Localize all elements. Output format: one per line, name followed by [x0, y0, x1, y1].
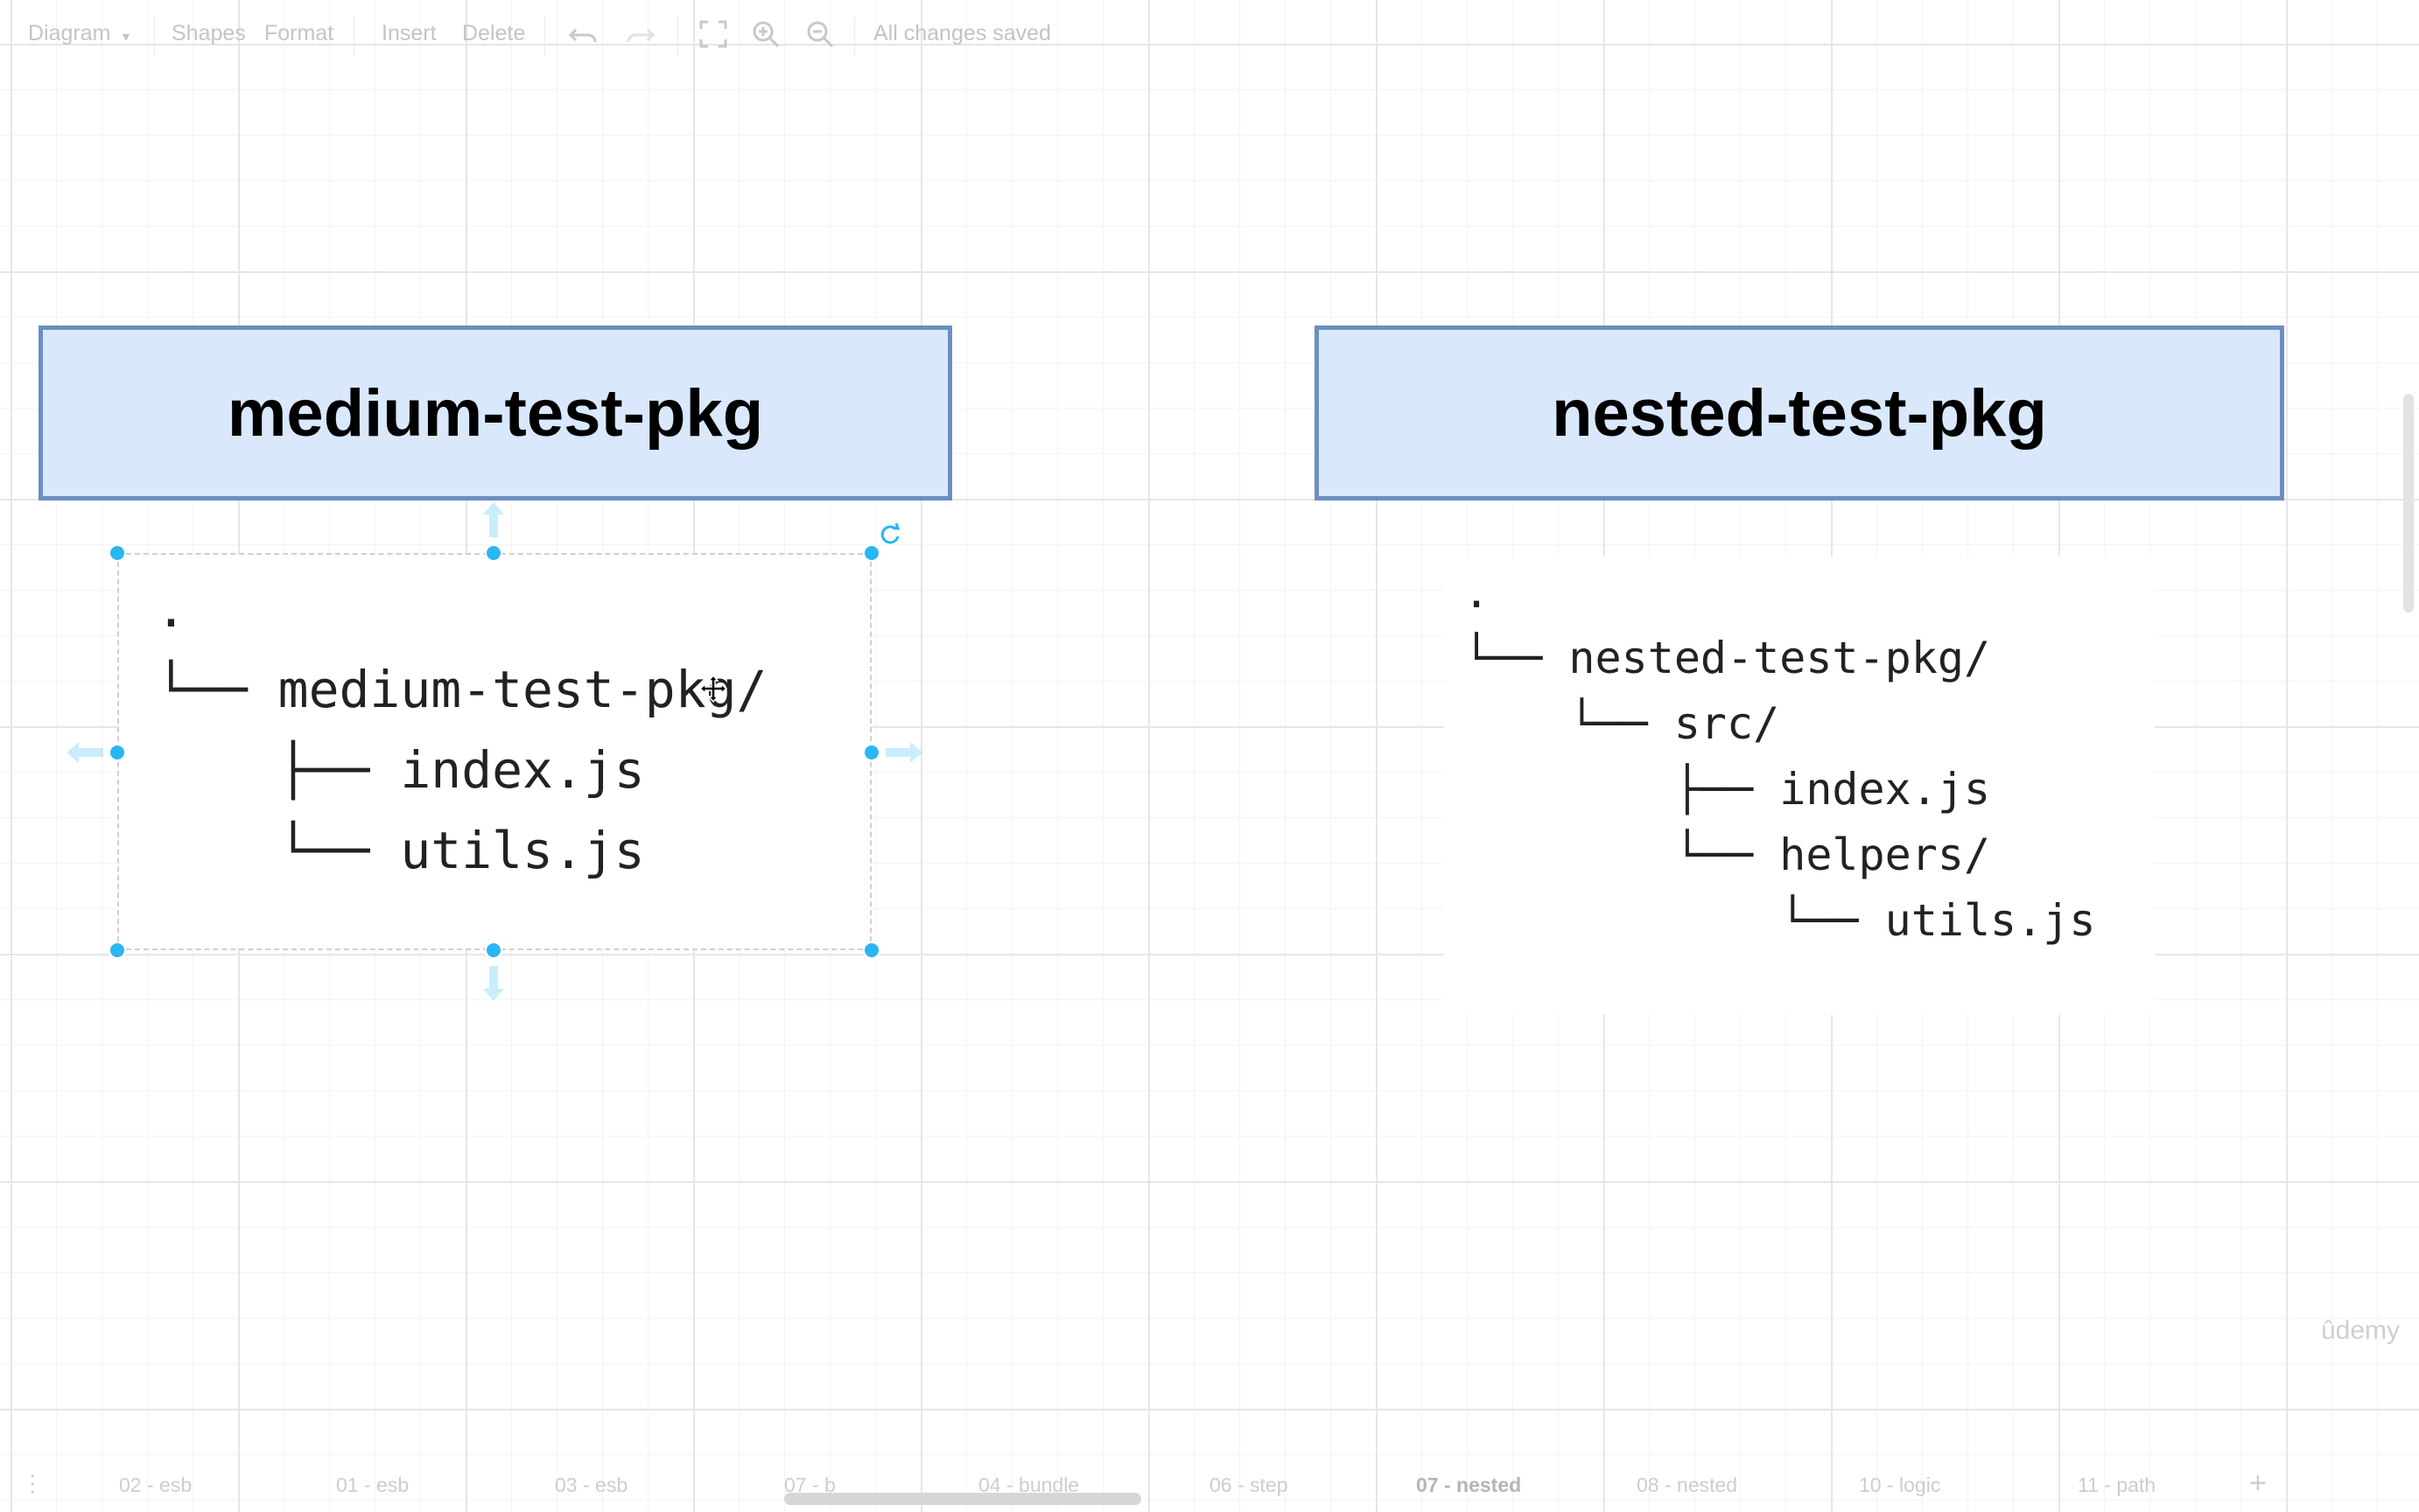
tree-line: └── src/	[1568, 698, 1780, 749]
udemy-watermark: ûdemy	[2321, 1316, 2401, 1345]
resize-handle-e[interactable]	[863, 744, 880, 761]
page-tab[interactable]: 03 - esb	[555, 1474, 628, 1497]
chevron-down-icon[interactable]: ▾	[123, 28, 130, 46]
resize-handle-s[interactable]	[485, 942, 502, 959]
page-tab[interactable]: 07 - b	[784, 1474, 836, 1497]
zoom-in-icon[interactable]	[749, 18, 782, 51]
resize-handle-nw[interactable]	[109, 544, 126, 562]
toolbar-divider	[154, 16, 155, 56]
resize-handle-se[interactable]	[863, 942, 880, 959]
medium-test-pkg-title: medium-test-pkg	[227, 375, 764, 451]
page-tab-active[interactable]: 07 - nested	[1416, 1474, 1521, 1497]
redo-icon[interactable]	[623, 18, 656, 51]
nested-test-pkg-file-tree[interactable]: . └── nested-test-pkg/ └── src/ ├── inde…	[1463, 560, 2095, 954]
shapes-button[interactable]: Shapes	[172, 21, 246, 46]
connect-arrow-down-icon[interactable]	[480, 964, 508, 1003]
toolbar: Diagram ▾ Shapes Format Insert Delete Al…	[0, 0, 2419, 72]
connect-arrow-up-icon[interactable]	[480, 500, 508, 539]
page-tab[interactable]: 04 - bundle	[978, 1474, 1079, 1497]
insert-button[interactable]: Insert	[382, 21, 437, 46]
toolbar-divider	[854, 16, 855, 56]
vertical-scrollbar[interactable]	[2403, 394, 2414, 612]
page-tab[interactable]: 10 - logic	[1859, 1474, 1940, 1497]
resize-handle-w[interactable]	[109, 744, 126, 761]
page-menu-icon[interactable]: ⋮	[21, 1470, 44, 1497]
resize-handle-n[interactable]	[485, 544, 502, 562]
tree-line: └── utils.js	[1463, 895, 2096, 946]
connect-arrow-left-icon[interactable]	[65, 738, 105, 766]
diagram-menu[interactable]: Diagram	[28, 21, 110, 46]
nested-test-pkg-title: nested-test-pkg	[1552, 375, 2047, 451]
tree-line: └── helpers/	[1673, 830, 1991, 880]
add-page-button[interactable]: +	[2249, 1466, 2267, 1501]
page-tab[interactable]: 06 - step	[1210, 1474, 1288, 1497]
undo-icon[interactable]	[567, 18, 600, 51]
page-tab[interactable]: 02 - esb	[119, 1474, 192, 1497]
delete-button[interactable]: Delete	[462, 21, 525, 46]
page-tab[interactable]: 11 - path	[2078, 1474, 2156, 1497]
connect-arrow-right-icon[interactable]	[884, 738, 924, 766]
fullscreen-icon[interactable]	[697, 18, 730, 51]
resize-handle-sw[interactable]	[109, 942, 126, 959]
tree-line: .	[1463, 567, 1490, 618]
toolbar-divider	[544, 16, 545, 56]
medium-test-pkg-box[interactable]: medium-test-pkg	[39, 326, 952, 500]
nested-test-pkg-box[interactable]: nested-test-pkg	[1315, 326, 2284, 500]
save-status: All changes saved	[873, 21, 1051, 46]
selection-outline	[117, 553, 872, 950]
tree-line: ├── index.js	[1673, 764, 1991, 815]
page-tab[interactable]: 08 - nested	[1637, 1474, 1737, 1497]
page-tab[interactable]: 01 - esb	[336, 1474, 409, 1497]
tree-line: └── nested-test-pkg/	[1463, 633, 1991, 683]
format-button[interactable]: Format	[264, 21, 333, 46]
zoom-out-icon[interactable]	[803, 18, 837, 51]
toolbar-divider	[677, 16, 678, 56]
rotate-handle-icon[interactable]	[877, 522, 903, 548]
page-tabs: ⋮ 02 - esb 01 - esb 03 - esb 07 - b 04 -…	[0, 1460, 2419, 1512]
move-cursor-icon	[698, 674, 728, 704]
